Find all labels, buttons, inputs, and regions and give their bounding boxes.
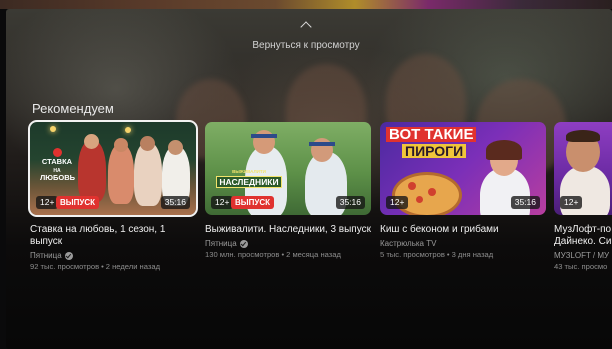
channel-name[interactable]: МУЗLOFT / МУ: [554, 251, 612, 260]
back-to-playback-label: Вернуться к просмотру: [252, 40, 360, 51]
video-meta: 5 тыс. просмотров • 3 дня назад: [380, 250, 546, 259]
video-title[interactable]: Киш с беконом и грибами: [380, 224, 550, 236]
show-logo: ВЫЖИВАЛИТИ НАСЛЕДНИКИ: [213, 169, 285, 188]
top-preview-strip: [0, 0, 612, 9]
view-count: 92 тыс. просмотров: [30, 262, 100, 271]
age-rating-badge: 12+: [560, 196, 583, 209]
duration-badge: 35:16: [510, 196, 540, 209]
channel-name[interactable]: Пятница: [30, 251, 196, 260]
channel-name[interactable]: Кастрюлька TV: [380, 239, 546, 248]
video-card[interactable]: ВОТ ТАКИЕ ПИРОГИ 12+ 35:16 Киш с беконом…: [380, 122, 546, 259]
view-count: 130 млн. просмотров: [205, 250, 280, 259]
show-logo-line-1: ВЫЖИВАЛИТИ: [232, 169, 266, 174]
duration-badge: 35:16: [335, 196, 365, 209]
section-title: Рекомендуем: [32, 101, 114, 116]
channel-label: МУЗLOFT / МУ: [554, 251, 610, 260]
show-logo-line-1: ВОТ ТАКИЕ: [386, 127, 477, 142]
chevron-up-icon: [300, 21, 312, 33]
show-logo-line-3: ЛЮБОВЬ: [40, 172, 76, 182]
video-thumbnail[interactable]: ВОТ ТАКИЕ ПИРОГИ 12+ 35:16: [380, 122, 546, 215]
show-logo: ВОТ ТАКИЕ ПИРОГИ: [386, 127, 492, 159]
show-logo-line-2: ПИРОГИ: [402, 144, 467, 158]
video-card[interactable]: СТАВКА НА ЛЮБОВЬ 12+ ВЫПУСК 35:16 Ставка…: [28, 120, 198, 271]
meta-separator: •: [281, 250, 285, 259]
video-meta: 43 тыс. просмо: [554, 262, 612, 271]
episode-badge: ВЫПУСК: [231, 196, 274, 209]
video-thumbnail[interactable]: СТАВКА НА ЛЮБОВЬ 12+ ВЫПУСК 35:16: [28, 120, 198, 217]
view-count: 43 тыс. просмо: [554, 262, 608, 271]
verified-icon: [239, 239, 248, 248]
episode-badge: ВЫПУСК: [56, 196, 99, 209]
meta-separator: •: [446, 250, 450, 259]
video-meta: 130 млн. просмотров • 2 месяца назад: [205, 250, 371, 259]
show-logo: СТАВКА НА ЛЮБОВЬ: [40, 157, 76, 182]
view-count: 5 тыс. просмотров: [380, 250, 445, 259]
verified-icon: [64, 251, 73, 260]
channel-label: Пятница: [205, 239, 237, 248]
video-title[interactable]: МузЛофт-по Дайнеко. Си: [554, 224, 612, 248]
video-thumbnail[interactable]: ВЫЖИВАЛИТИ НАСЛЕДНИКИ 12+ ВЫПУСК 35:16: [205, 122, 371, 215]
duration-badge: 35:16: [160, 196, 190, 209]
video-title[interactable]: Выживалити. Наследники, 3 выпуск: [205, 224, 375, 236]
meta-separator: •: [101, 262, 104, 271]
video-title[interactable]: Ставка на любовь, 1 сезон, 1 выпуск: [30, 224, 200, 248]
upload-age: 2 недели назад: [105, 262, 161, 271]
show-logo-line-2: НАСЛЕДНИКИ: [216, 175, 282, 188]
video-title-line-1: МузЛофт-по: [554, 224, 612, 235]
show-logo-line-1: СТАВКА: [41, 157, 73, 166]
video-card[interactable]: ВЫЖИВАЛИТИ НАСЛЕДНИКИ 12+ ВЫПУСК 35:16 В…: [205, 122, 371, 259]
upload-age: 2 месяца назад: [286, 250, 341, 259]
age-rating-badge: 12+: [386, 196, 409, 209]
channel-name[interactable]: Пятница: [205, 239, 371, 248]
channel-label: Кастрюлька TV: [380, 239, 437, 248]
video-meta: 92 тыс. просмотров • 2 недели назад: [30, 262, 196, 271]
video-title-line-2: Дайнеко. Си: [554, 236, 612, 247]
channel-label: Пятница: [30, 251, 62, 260]
upload-age: 3 дня назад: [451, 250, 494, 259]
video-thumbnail[interactable]: 12+: [554, 122, 612, 215]
back-to-playback-button[interactable]: Вернуться к просмотру: [0, 18, 612, 51]
video-card[interactable]: 12+ МузЛофт-по Дайнеко. Си МУЗLOFT / МУ …: [554, 122, 612, 271]
